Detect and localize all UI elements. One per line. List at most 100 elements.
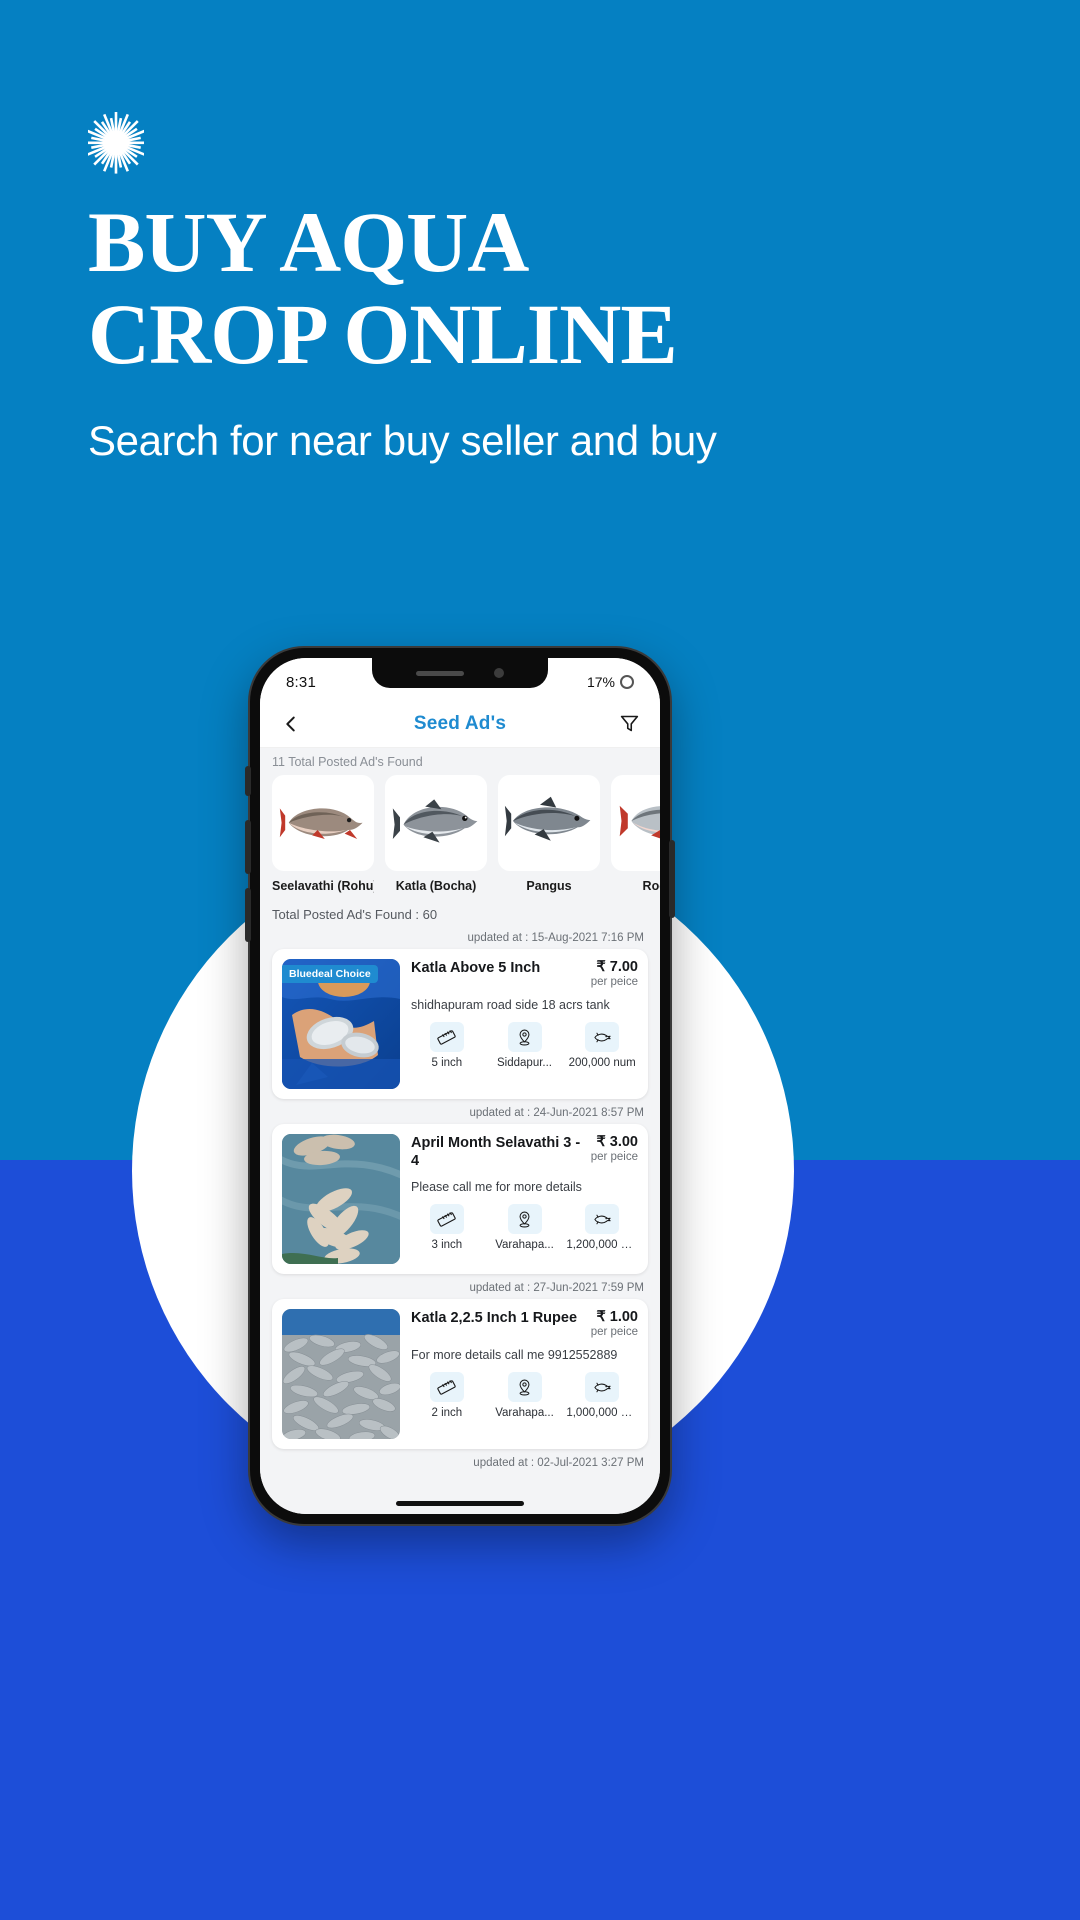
ad-attribute: 2 inch bbox=[411, 1372, 483, 1419]
total-found-main-label: Total Posted Ad's Found : 60 bbox=[272, 907, 438, 922]
ad-price: ₹ 1.00 bbox=[596, 1309, 638, 1325]
ad-updated-at: updated at : 24-Jun-2021 8:57 PM bbox=[469, 1107, 644, 1119]
battery-ring-icon bbox=[620, 675, 634, 689]
back-button[interactable] bbox=[278, 711, 304, 737]
category-thumbnail[interactable] bbox=[272, 775, 374, 871]
fish-roopchand-icon bbox=[617, 790, 660, 857]
promo-headline-line-2: CROP ONLINE bbox=[88, 286, 678, 382]
ad-thumbnail[interactable] bbox=[282, 1134, 400, 1264]
ad-attribute: 200,000 num bbox=[566, 1022, 638, 1069]
fish-count-icon bbox=[585, 1022, 620, 1052]
ad-attribute-label: 1,000,000 num bbox=[566, 1407, 639, 1419]
ad-price-unit: per peice bbox=[590, 1326, 638, 1338]
location-pin-icon bbox=[507, 1022, 542, 1052]
ad-card[interactable]: Bluedeal Choice Katla Above 5 Inch ₹ 7.0… bbox=[272, 949, 648, 1099]
ad-attributes: 3 inch Varahapa... 1,200,000 num bbox=[411, 1204, 638, 1251]
ad-description: For more details call me 9912552889 bbox=[411, 1348, 618, 1362]
ad-attribute: 1,200,000 num bbox=[566, 1204, 638, 1251]
battery-percentage-label: 17% bbox=[586, 674, 615, 690]
phone-volume-down-button[interactable] bbox=[245, 888, 251, 942]
ad-attribute-label: 3 inch bbox=[431, 1239, 463, 1251]
ad-attributes: 5 inch Siddapur... 200,000 num bbox=[411, 1022, 638, 1069]
promo-headline-line-1: BUY AQUA bbox=[88, 194, 529, 290]
ad-price: ₹ 7.00 bbox=[596, 959, 638, 975]
ad-thumbnail[interactable] bbox=[282, 1309, 400, 1439]
category-thumbnail[interactable] bbox=[498, 775, 600, 871]
ad-attribute: 1,000,000 num bbox=[566, 1372, 638, 1419]
ad-header: April Month Selavathi 3 - 4 ₹ 3.00 per p… bbox=[411, 1134, 638, 1170]
ad-attribute-label: 200,000 num bbox=[568, 1057, 636, 1069]
app-bar: Seed Ad's bbox=[260, 700, 660, 748]
category-item[interactable]: Roopc bbox=[611, 775, 660, 893]
filter-button[interactable] bbox=[616, 711, 642, 737]
category-label: Pangus bbox=[526, 879, 572, 893]
category-strip[interactable]: Seelavathi (Rohu) Katla (Bocha) Pangus R… bbox=[260, 773, 660, 893]
category-label: Katla (Bocha) bbox=[395, 879, 477, 893]
phone-volume-up-button[interactable] bbox=[245, 820, 251, 874]
total-found-top-label: 11 Total Posted Ad's Found bbox=[272, 755, 423, 769]
ad-entry: updated at : 15-Aug-2021 7:16 PM Bluedea… bbox=[260, 924, 660, 1099]
fish-rohu-icon bbox=[278, 790, 368, 857]
page-title: Seed Ad's bbox=[413, 712, 507, 734]
phone-mockup: 8:31 17% Seed Ad's 11 Total Posted Ad's … bbox=[245, 646, 675, 1526]
ad-title: Katla Above 5 Inch bbox=[411, 960, 541, 976]
category-thumbnail[interactable] bbox=[385, 775, 487, 871]
ad-price-block: ₹ 7.00 per peice bbox=[591, 959, 638, 988]
fish-count-icon bbox=[585, 1372, 620, 1402]
ad-title: Katla 2,2.5 Inch 1 Rupee bbox=[411, 1310, 578, 1326]
ad-attribute: 3 inch bbox=[411, 1204, 483, 1251]
location-pin-icon bbox=[507, 1204, 542, 1234]
ad-price-block: ₹ 3.00 per peice bbox=[591, 1134, 638, 1163]
ruler-icon bbox=[429, 1022, 464, 1052]
ad-card[interactable]: Katla 2,2.5 Inch 1 Rupee ₹ 1.00 per peic… bbox=[272, 1299, 648, 1449]
ad-description: shidhapuram road side 18 acrs tank bbox=[411, 998, 610, 1012]
fish-pangus-icon bbox=[504, 790, 594, 857]
ad-thumbnail[interactable]: Bluedeal Choice bbox=[282, 959, 400, 1089]
ad-attribute-label: Varahapa... bbox=[495, 1407, 554, 1419]
ad-card[interactable]: April Month Selavathi 3 - 4 ₹ 3.00 per p… bbox=[272, 1124, 648, 1274]
fish-katla-icon bbox=[391, 790, 481, 857]
category-item[interactable]: Seelavathi (Rohu) bbox=[272, 775, 374, 893]
phone-mute-switch[interactable] bbox=[245, 766, 251, 796]
last-updated-at-label: updated at : 02-Jul-2021 3:27 PM bbox=[473, 1457, 644, 1469]
home-indicator[interactable] bbox=[396, 1501, 524, 1506]
status-bar-time: 8:31 bbox=[286, 673, 316, 691]
ad-title: April Month Selavathi 3 - 4 bbox=[411, 1135, 581, 1169]
ad-attribute: Varahapa... bbox=[489, 1204, 561, 1251]
location-pin-icon bbox=[507, 1372, 542, 1402]
status-bar: 8:31 17% bbox=[260, 658, 660, 700]
filter-funnel-icon bbox=[620, 715, 638, 732]
ruler-icon bbox=[429, 1372, 464, 1402]
ads-list: updated at : 15-Aug-2021 7:16 PM Bluedea… bbox=[260, 924, 660, 1449]
ad-description: Please call me for more details bbox=[411, 1180, 582, 1194]
category-item[interactable]: Pangus bbox=[498, 775, 600, 893]
ad-price-block: ₹ 1.00 per peice bbox=[591, 1309, 638, 1338]
ad-updated-at: updated at : 27-Jun-2021 7:59 PM bbox=[469, 1282, 644, 1294]
ad-price-unit: per peice bbox=[590, 1151, 638, 1163]
phone-screen: 8:31 17% Seed Ad's 11 Total Posted Ad's … bbox=[260, 658, 660, 1514]
fish-count-icon bbox=[585, 1204, 620, 1234]
ad-content: Katla 2,2.5 Inch 1 Rupee ₹ 1.00 per peic… bbox=[411, 1309, 638, 1439]
ad-price-unit: per peice bbox=[590, 976, 638, 988]
ad-attribute-label: 2 inch bbox=[431, 1407, 463, 1419]
ad-attributes: 2 inch Varahapa... 1,000,000 num bbox=[411, 1372, 638, 1419]
category-item[interactable]: Katla (Bocha) bbox=[385, 775, 487, 893]
ad-attribute-label: 1,200,000 num bbox=[566, 1239, 639, 1251]
status-bar-right: 17% bbox=[587, 674, 634, 690]
earpiece-speaker-icon bbox=[416, 670, 464, 676]
chevron-left-icon bbox=[286, 716, 295, 731]
category-thumbnail[interactable] bbox=[611, 775, 660, 871]
ad-entry: updated at : 27-Jun-2021 7:59 PM Katla 2… bbox=[260, 1274, 660, 1449]
ad-attribute: Siddapur... bbox=[489, 1022, 561, 1069]
ad-attribute-label: Varahapa... bbox=[495, 1239, 554, 1251]
category-label: Roopc bbox=[642, 879, 660, 893]
promo-headline: BUY AQUA CROP ONLINE bbox=[88, 196, 928, 380]
ad-content: Katla Above 5 Inch ₹ 7.00 per peice shid… bbox=[411, 959, 638, 1089]
ad-entry: updated at : 24-Jun-2021 8:57 PM April M… bbox=[260, 1099, 660, 1274]
ad-header: Katla Above 5 Inch ₹ 7.00 per peice bbox=[411, 959, 638, 988]
ads-scroll-area[interactable]: 11 Total Posted Ad's Found Seelavathi (R… bbox=[260, 748, 660, 1514]
ad-updated-at: updated at : 15-Aug-2021 7:16 PM bbox=[467, 932, 644, 944]
phone-power-button[interactable] bbox=[669, 840, 675, 918]
ad-header: Katla 2,2.5 Inch 1 Rupee ₹ 1.00 per peic… bbox=[411, 1309, 638, 1338]
ad-content: April Month Selavathi 3 - 4 ₹ 3.00 per p… bbox=[411, 1134, 638, 1264]
